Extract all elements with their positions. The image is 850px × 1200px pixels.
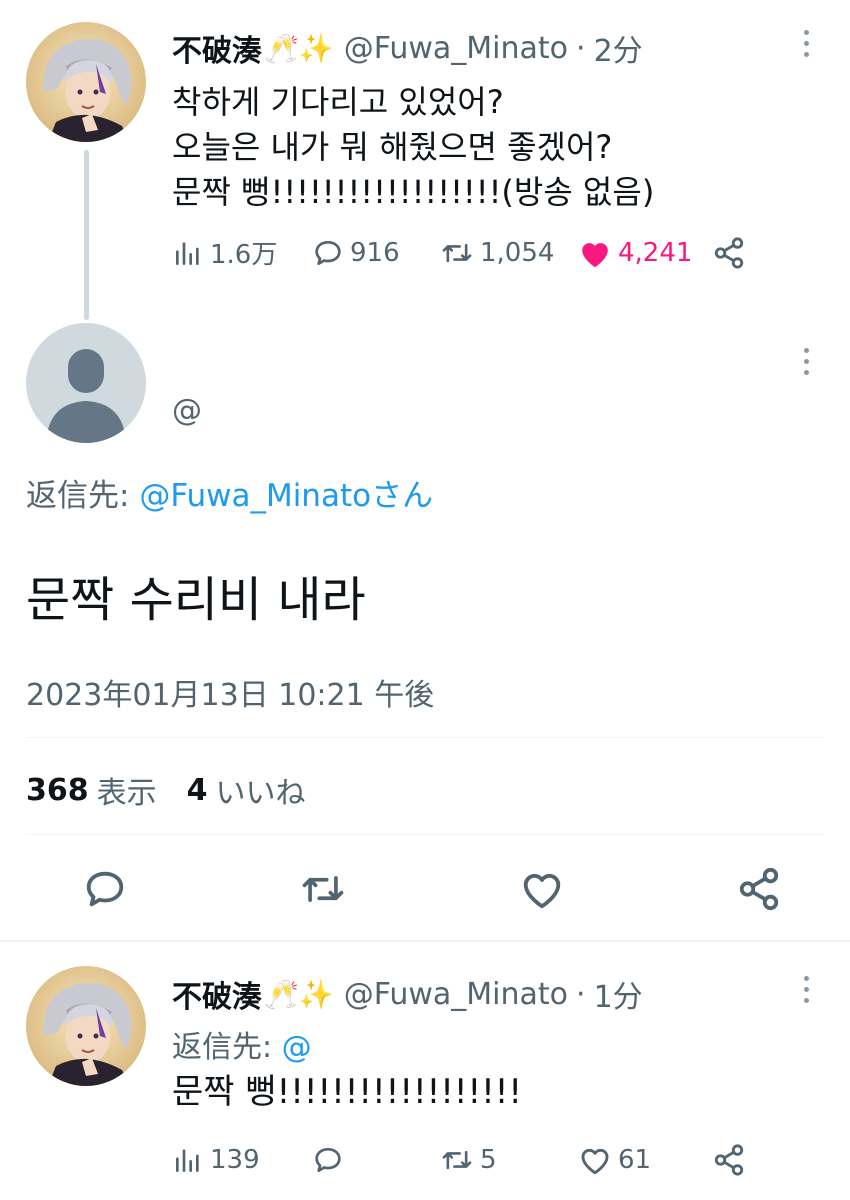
share-icon: [739, 867, 779, 911]
more-icon[interactable]: [794, 348, 818, 375]
share-icon: [714, 236, 744, 269]
tweet-actions: 1.6万 916 1,054 4,241: [172, 234, 746, 271]
retweet-action[interactable]: 5: [440, 1144, 578, 1176]
display-name[interactable]: 不破湊: [172, 972, 262, 1016]
tweet-header: 不破湊 🥂✨ @Fuwa_Minato · 2分: [172, 26, 643, 70]
tweet-time[interactable]: 2分: [594, 26, 643, 70]
like-button[interactable]: [519, 867, 565, 911]
retweet-icon: [442, 243, 472, 262]
retweet-count: 1,054: [480, 237, 555, 268]
like-action[interactable]: 61: [578, 1144, 712, 1176]
name-emoji: 🥂✨: [264, 977, 334, 1011]
views-action[interactable]: 139: [172, 1144, 312, 1176]
share-icon: [714, 1144, 744, 1176]
retweet-action[interactable]: 1,054: [440, 237, 578, 269]
avatar-fuwa-minato[interactable]: [26, 966, 146, 1086]
views-count: 139: [210, 1145, 260, 1175]
retweet-count: 5: [480, 1145, 497, 1175]
retweet-button[interactable]: [299, 866, 347, 912]
views-action[interactable]: 1.6万: [172, 234, 312, 271]
reply-action[interactable]: [312, 1144, 440, 1176]
views-label: 表示: [96, 776, 157, 811]
display-name[interactable]: 不破湊: [172, 26, 262, 70]
reply-icon: [86, 871, 124, 907]
more-icon[interactable]: [794, 30, 818, 57]
likes-count[interactable]: 4: [187, 773, 208, 808]
share-action[interactable]: [712, 1143, 746, 1177]
thread-connector-line: [84, 150, 89, 320]
reply-count: 916: [350, 237, 400, 268]
tweet-text: 문짝 뻥!!!!!!!!!!!!!!!!!!: [172, 1072, 522, 1112]
retweet-icon: [303, 876, 344, 902]
views-icon: [176, 241, 199, 265]
views-icon: [176, 1149, 199, 1172]
like-count: 4,241: [618, 237, 693, 268]
reply-icon: [315, 1148, 341, 1172]
user-handle[interactable]: @Fuwa_Minato: [344, 977, 568, 1012]
retweet-icon: [442, 1150, 472, 1170]
reply-to-mention[interactable]: @: [282, 1030, 312, 1065]
divider: [26, 737, 824, 738]
tweet-stats: 368 表示 4 いいね: [26, 768, 306, 812]
views-count: 1.6万: [210, 240, 278, 270]
reply-to-prefix: 返信先:: [172, 1030, 282, 1065]
separator-dot: ·: [576, 30, 586, 66]
like-icon: [581, 1148, 609, 1175]
default-avatar-icon[interactable]: [26, 323, 146, 443]
tweet-header: 不破湊 🥂✨ @Fuwa_Minato · 1分: [172, 972, 643, 1016]
tweet-text: 착하게 기다리고 있었어? 오늘은 내가 뭐 해줬으면 좋겠어? 문짝 뻥!!!…: [172, 83, 655, 211]
reply-to-prefix: 返信先:: [26, 478, 140, 514]
views-count: 368: [26, 772, 89, 808]
reply-button[interactable]: [82, 866, 128, 912]
separator-dot: ·: [576, 976, 586, 1012]
like-count: 61: [618, 1145, 652, 1175]
tweet-timestamp[interactable]: 2023年01月13日 10:21 午後: [26, 670, 434, 714]
reply-to-line: 返信先: @: [172, 1022, 312, 1066]
like-icon: [582, 242, 608, 267]
tweet-text: 문짝 수리비 내라: [26, 572, 366, 628]
more-icon[interactable]: [794, 976, 818, 1003]
avatar-fuwa-minato[interactable]: [26, 22, 146, 142]
tweet-time[interactable]: 1分: [594, 972, 643, 1016]
reply-to-mention[interactable]: @Fuwa_Minatoさん: [139, 478, 433, 514]
like-action[interactable]: 4,241: [578, 237, 712, 269]
share-action[interactable]: [712, 236, 746, 270]
focused-actions: [82, 866, 782, 912]
reply-to-line: 返信先: @Fuwa_Minatoさん: [26, 470, 433, 515]
like-icon: [523, 873, 560, 909]
name-emoji: 🥂✨: [264, 31, 334, 65]
share-button[interactable]: [736, 866, 782, 912]
user-handle[interactable]: @: [172, 393, 202, 428]
likes-label[interactable]: いいね: [216, 768, 306, 812]
section-divider: [0, 940, 850, 942]
reply-action[interactable]: 916: [312, 237, 440, 269]
divider: [26, 834, 824, 835]
tweet-actions: 139 5 61: [172, 1143, 746, 1177]
user-handle[interactable]: @Fuwa_Minato: [344, 31, 568, 66]
reply-icon: [315, 240, 341, 265]
